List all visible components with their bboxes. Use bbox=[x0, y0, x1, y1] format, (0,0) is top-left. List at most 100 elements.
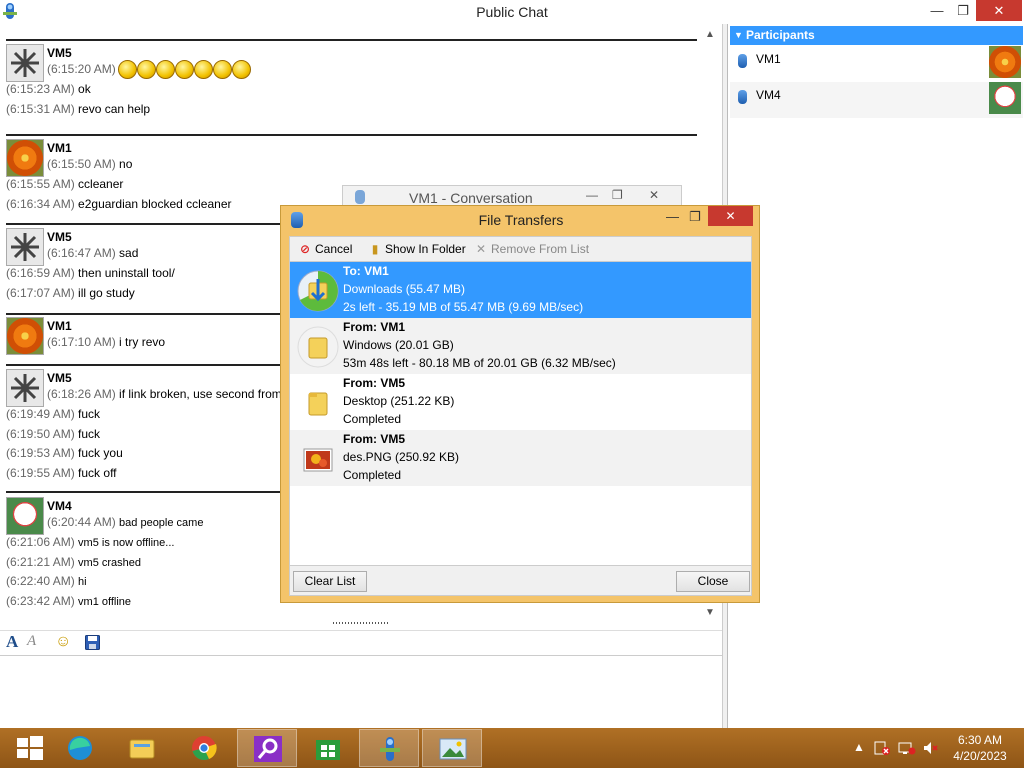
avatar bbox=[6, 317, 44, 355]
minimize-button[interactable]: — bbox=[586, 188, 598, 202]
close-button[interactable]: ✕ bbox=[649, 188, 659, 202]
emoticon-icon bbox=[137, 60, 156, 79]
message-separator bbox=[6, 134, 697, 136]
chat-message: (6:19:50 AM) fuck bbox=[6, 427, 100, 441]
maximize-button[interactable]: ❐ bbox=[689, 209, 701, 225]
compose-splitter[interactable] bbox=[333, 622, 388, 624]
folder-icon bbox=[296, 325, 339, 368]
message-timestamp: (6:19:50 AM) bbox=[6, 426, 75, 441]
cancel-label: Cancel bbox=[315, 242, 353, 256]
show-in-folder-button[interactable]: ▮ Show In Folder bbox=[368, 242, 466, 256]
message-text: fuck bbox=[78, 406, 101, 421]
clock-time: 6:30 AM bbox=[957, 733, 1003, 747]
taskbar-file-explorer[interactable] bbox=[112, 729, 172, 767]
chat-message: (6:18:26 AM) if link broken, use second … bbox=[47, 387, 282, 401]
participant-item[interactable]: VM1 bbox=[730, 46, 1023, 82]
transfer-toolbar: ⊘ Cancel ▮ Show In Folder ✕ Remove From Lis… bbox=[289, 236, 752, 261]
taskbar: ▲ 6:30 AM 4/20/2023 bbox=[0, 728, 1024, 768]
font-color-icon[interactable]: A bbox=[27, 633, 36, 650]
message-text: i try revo bbox=[119, 335, 166, 349]
emoticon-icon bbox=[118, 60, 137, 79]
transfer-list[interactable]: To: VM1 Downloads (55.47 MB) 2s left - 3… bbox=[289, 261, 752, 566]
transfer-status: Completed bbox=[343, 412, 402, 426]
chat-message: (6:15:55 AM) ccleaner bbox=[6, 177, 123, 191]
emoticon-icon bbox=[175, 60, 194, 79]
taskbar-chat-app[interactable] bbox=[359, 729, 419, 767]
message-timestamp: (6:15:20 AM) bbox=[47, 62, 116, 76]
message-text: if link broken, use second from bbox=[119, 387, 282, 401]
transfer-row[interactable]: From: VM1 Windows (20.01 GB) 53m 48s lef… bbox=[290, 318, 751, 374]
message-username: VM4 bbox=[47, 499, 72, 513]
taskbar-chrome[interactable] bbox=[174, 729, 234, 767]
minimize-button[interactable]: — bbox=[924, 0, 950, 21]
message-text: vm5 is now offline... bbox=[78, 536, 175, 549]
message-timestamp: (6:16:47 AM) bbox=[47, 246, 116, 260]
taskbar-edge[interactable] bbox=[50, 729, 110, 767]
chat-message: (6:15:50 AM) no bbox=[47, 157, 132, 171]
participant-item[interactable]: VM4 bbox=[730, 82, 1023, 118]
scroll-up-arrow[interactable]: ▲ bbox=[705, 29, 715, 40]
taskbar-image-viewer[interactable] bbox=[422, 729, 482, 767]
chat-message: (6:21:06 AM) vm5 is now offline... bbox=[6, 535, 174, 549]
message-timestamp: (6:23:42 AM) bbox=[6, 594, 75, 609]
avatar bbox=[989, 82, 1021, 114]
system-clock[interactable]: 6:30 AM 4/20/2023 bbox=[945, 732, 1015, 764]
volume-muted-icon[interactable] bbox=[922, 740, 938, 759]
avatar bbox=[6, 139, 44, 177]
close-button[interactable]: ✕ bbox=[976, 0, 1022, 21]
font-icon[interactable]: A bbox=[6, 632, 18, 652]
clock-date: 4/20/2023 bbox=[953, 749, 1007, 763]
maximize-button[interactable]: ❐ bbox=[612, 188, 623, 202]
transfer-file: des.PNG (250.92 KB) bbox=[343, 450, 460, 464]
save-icon[interactable] bbox=[85, 635, 100, 653]
message-text: fuck off bbox=[78, 466, 117, 481]
file-transfers-dialog: File Transfers — ❐ ✕ ⊘ Cancel ▮ Show In Fo… bbox=[280, 205, 760, 603]
message-text: sad bbox=[119, 246, 139, 260]
taskbar-search[interactable] bbox=[237, 729, 297, 767]
message-username: VM5 bbox=[47, 46, 72, 60]
minimize-button[interactable]: — bbox=[666, 209, 679, 224]
message-text: ccleaner bbox=[78, 176, 124, 191]
transfer-direction: To: VM1 bbox=[343, 264, 389, 278]
taskbar-store[interactable] bbox=[298, 729, 358, 767]
emoticon-icon bbox=[232, 60, 251, 79]
close-button[interactable]: ✕ bbox=[708, 206, 753, 226]
avatar bbox=[989, 46, 1021, 78]
remove-from-list-label: Remove From List bbox=[491, 242, 590, 256]
edge-icon bbox=[68, 736, 92, 760]
clear-list-button[interactable]: Clear List bbox=[293, 571, 367, 592]
transfer-file: Downloads (55.47 MB) bbox=[343, 282, 466, 296]
user-icon bbox=[738, 90, 747, 104]
user-icon bbox=[738, 54, 747, 68]
network-icon[interactable] bbox=[898, 740, 916, 759]
participants-header[interactable]: ▼ Participants bbox=[730, 26, 1023, 45]
chat-message: (6:17:10 AM) i try revo bbox=[47, 335, 165, 349]
cancel-button[interactable]: ⊘ Cancel bbox=[298, 242, 352, 256]
message-text: revo can help bbox=[78, 101, 151, 116]
message-timestamp: (6:21:06 AM) bbox=[6, 534, 75, 549]
participants-panel: ▼ Participants VM1 VM4 bbox=[727, 24, 1024, 728]
show-hidden-icons-icon[interactable]: ▲ bbox=[853, 740, 865, 754]
transfer-row[interactable]: From: VM5 Desktop (251.22 KB) Completed bbox=[290, 374, 751, 430]
maximize-button[interactable]: ❐ bbox=[950, 0, 976, 21]
message-username: VM1 bbox=[47, 319, 72, 333]
transfer-row[interactable]: To: VM1 Downloads (55.47 MB) 2s left - 3… bbox=[290, 262, 751, 318]
remove-from-list-button[interactable]: ✕ Remove From List bbox=[474, 242, 589, 256]
message-text: vm1 offline bbox=[78, 596, 132, 609]
window-title: Public Chat bbox=[476, 4, 548, 20]
action-center-icon[interactable] bbox=[874, 740, 890, 759]
message-text: e2guardian blocked ccleaner bbox=[78, 196, 232, 211]
close-dialog-button[interactable]: Close bbox=[676, 571, 750, 592]
avatar bbox=[6, 44, 44, 82]
show-in-folder-label: Show In Folder bbox=[385, 242, 466, 256]
emoticon-icon[interactable]: ☺ bbox=[55, 633, 71, 651]
message-timestamp: (6:20:44 AM) bbox=[47, 515, 116, 529]
message-text: fuck you bbox=[78, 446, 123, 461]
message-input[interactable] bbox=[0, 655, 722, 728]
conversation-window[interactable]: VM1 - Conversation — ❐ ✕ bbox=[342, 185, 682, 207]
message-timestamp: (6:19:55 AM) bbox=[6, 466, 75, 481]
scroll-down-arrow[interactable]: ▼ bbox=[705, 607, 715, 618]
message-timestamp: (6:15:55 AM) bbox=[6, 176, 75, 191]
participant-name: VM1 bbox=[756, 52, 781, 66]
transfer-row[interactable]: From: VM5 des.PNG (250.92 KB) Completed bbox=[290, 430, 751, 486]
